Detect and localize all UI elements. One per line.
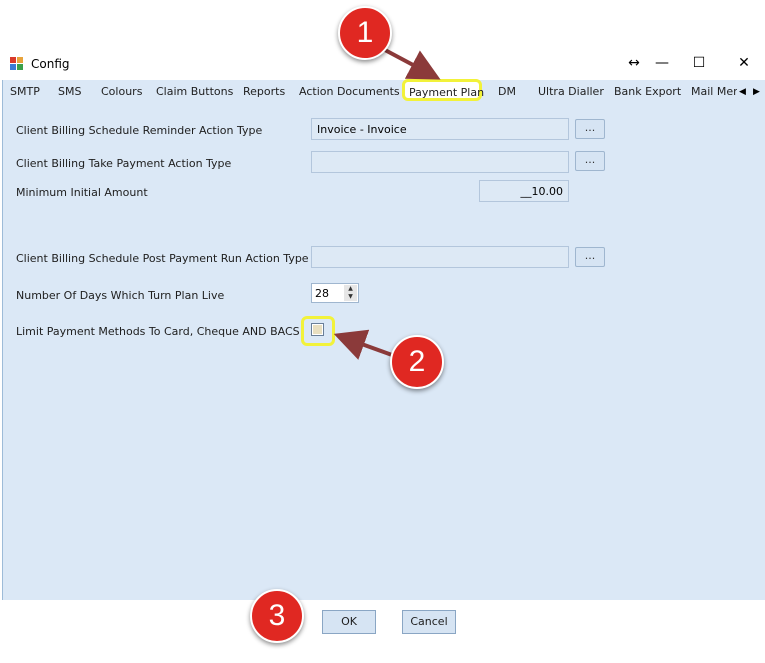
step-3-badge: 3 (250, 589, 304, 643)
arrow-to-checkbox (333, 329, 393, 360)
arrow-to-tab (384, 48, 441, 80)
annotation-arrows (333, 48, 441, 360)
step-1-badge: 1 (338, 6, 392, 60)
step-2-badge: 2 (390, 335, 444, 389)
